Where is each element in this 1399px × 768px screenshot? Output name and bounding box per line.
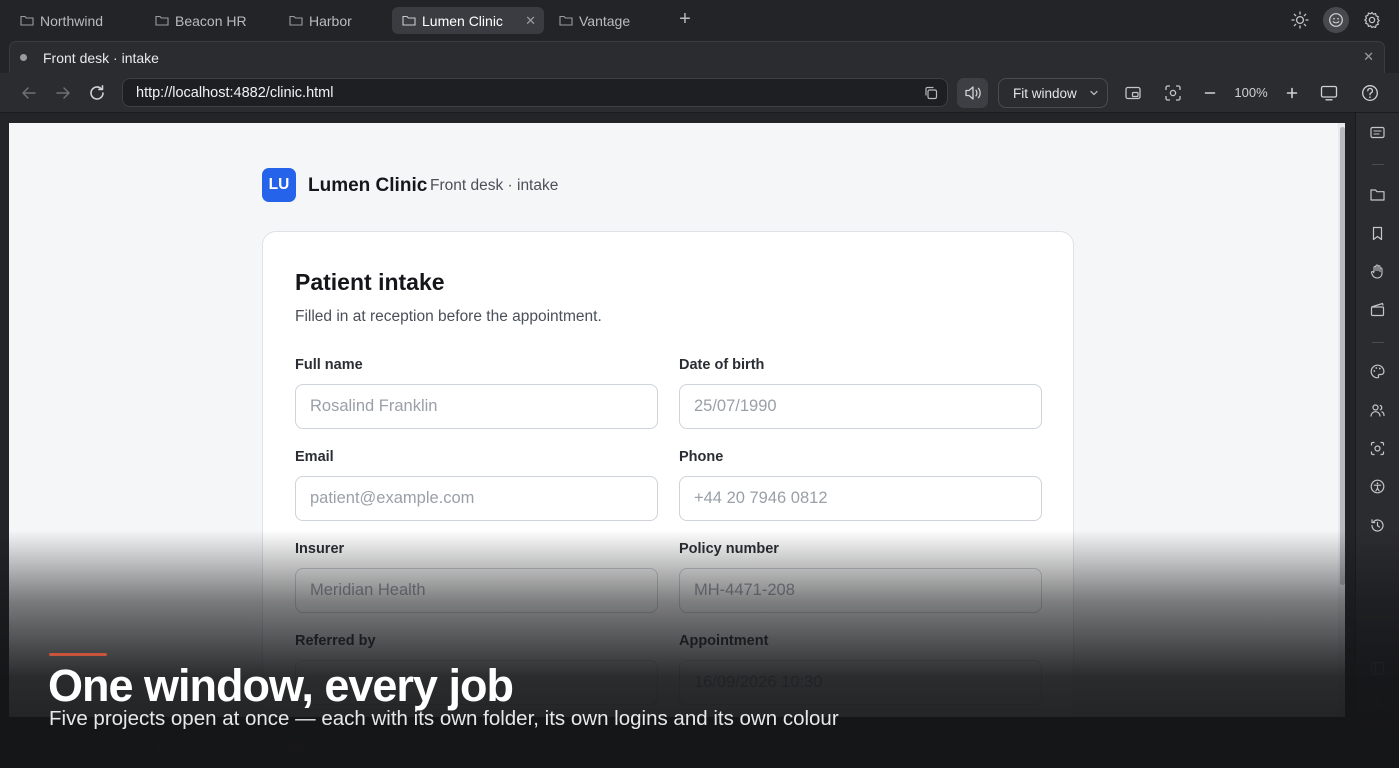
users-icon[interactable]: [1369, 402, 1386, 419]
zoom-level: 100%: [1234, 85, 1268, 100]
scrollbar-thumb[interactable]: [1340, 127, 1345, 585]
folder-icon: [289, 15, 303, 26]
folder-icon: [155, 15, 169, 26]
project-tab-northwind[interactable]: Northwind: [10, 7, 128, 34]
tab-findings[interactable]: Findings: [28, 740, 97, 755]
page-tab-title: Front desk · intake: [43, 50, 159, 66]
page-tab[interactable]: Front desk · intake ✕: [9, 41, 1385, 73]
tab-checks-label: Checks: [157, 740, 201, 755]
back-arrow-icon[interactable]: [19, 83, 39, 103]
log-icon: [238, 742, 250, 754]
caption-subtitle: Five projects open at once — each with i…: [49, 707, 839, 730]
project-tab-label: Lumen Clinic: [422, 12, 503, 29]
picture-in-picture-icon[interactable]: [1123, 83, 1143, 103]
clapperboard-icon[interactable]: [1369, 301, 1386, 318]
form-description: Filled in at reception before the appoin…: [295, 308, 602, 325]
sun-icon[interactable]: [1290, 10, 1310, 30]
address-bar[interactable]: http://localhost:4882/clinic.html: [122, 78, 948, 107]
phone-label: Phone: [679, 449, 724, 465]
appointment-input[interactable]: [679, 660, 1042, 705]
project-tab-vantage[interactable]: Vantage: [549, 7, 659, 34]
form-title: Patient intake: [295, 269, 445, 295]
project-tab-label: Harbor: [309, 12, 352, 29]
caption-accent-line: [49, 653, 107, 656]
email-input[interactable]: [295, 476, 658, 521]
right-tool-rail: [1355, 113, 1399, 768]
tab-log[interactable]: Log 2: [238, 740, 304, 756]
bookmark-icon[interactable]: [1369, 225, 1386, 242]
project-tab-label: Northwind: [40, 12, 104, 29]
hand-icon[interactable]: [1369, 263, 1386, 280]
project-tab-lumen-clinic[interactable]: Lumen Clinic ✕: [392, 7, 544, 34]
project-tab-harbor[interactable]: Harbor: [279, 7, 379, 34]
email-label: Email: [295, 449, 334, 465]
date-of-birth-label: Date of birth: [679, 357, 765, 373]
policy-number-input[interactable]: [679, 568, 1042, 613]
panel-toggle-icon[interactable]: [1369, 660, 1386, 677]
speaker-icon: [965, 86, 981, 100]
tab-status-dot: [20, 54, 27, 61]
forward-arrow-icon[interactable]: [53, 83, 73, 103]
clinic-logo: LU: [262, 168, 296, 202]
intake-form-card: Patient intake Filled in at reception be…: [262, 231, 1074, 717]
fit-window-select[interactable]: Fit window: [998, 78, 1108, 108]
clinic-name: Lumen Clinic: [308, 175, 428, 196]
project-tab-label: Beacon HR: [175, 12, 247, 29]
reload-icon[interactable]: [87, 83, 107, 103]
fit-window-label: Fit window: [1013, 86, 1077, 101]
clinic-section: Front desk · intake: [430, 177, 559, 194]
page-viewport: LU Lumen Clinic Front desk · intake Pati…: [9, 123, 1345, 717]
gear-icon[interactable]: [1362, 10, 1382, 30]
project-tab-bar: Northwind Beacon HR Harbor Lumen Clinic …: [0, 0, 1399, 41]
zoom-in-icon[interactable]: [1282, 83, 1302, 103]
chevron-left-icon[interactable]: [1369, 695, 1386, 712]
rail-divider: [1372, 164, 1384, 165]
bottom-panel-tabs: Findings Checks Log 2: [0, 736, 1399, 760]
history-icon[interactable]: [1369, 517, 1386, 534]
project-tab-beacon-hr[interactable]: Beacon HR: [145, 7, 263, 34]
sound-button[interactable]: [957, 78, 988, 108]
caption-title: One window, every job: [48, 660, 514, 711]
url-text[interactable]: http://localhost:4882/clinic.html: [136, 85, 333, 101]
folder-icon: [20, 15, 34, 26]
folder-icon: [402, 15, 416, 26]
tab-checks[interactable]: Checks: [137, 740, 200, 755]
rail-divider: [1372, 342, 1384, 343]
policy-number-label: Policy number: [679, 541, 779, 557]
phone-input[interactable]: [679, 476, 1042, 521]
full-name-input[interactable]: [295, 384, 658, 429]
focus-icon[interactable]: [1369, 440, 1386, 457]
project-tab-label: Vantage: [579, 12, 631, 29]
referred-by-label: Referred by: [295, 633, 376, 649]
checklist-icon: [137, 741, 149, 754]
date-of-birth-input[interactable]: [679, 384, 1042, 429]
smiley-icon: [1329, 13, 1343, 27]
folder-icon[interactable]: [1369, 186, 1386, 203]
appointment-label: Appointment: [679, 633, 769, 649]
page-tab-row: Front desk · intake ✕: [0, 41, 1399, 73]
screenshot-icon[interactable]: [1163, 83, 1183, 103]
device-preview-icon[interactable]: [1319, 83, 1339, 103]
chevron-down-icon: [1090, 90, 1098, 96]
comments-icon[interactable]: [1369, 125, 1386, 142]
new-project-button[interactable]: +: [676, 9, 694, 29]
flag-icon: [28, 741, 40, 754]
copy-icon[interactable]: [923, 85, 939, 101]
log-count-badge: 2: [287, 740, 304, 756]
insurer-input[interactable]: [295, 568, 658, 613]
full-name-label: Full name: [295, 357, 363, 373]
palette-icon[interactable]: [1369, 363, 1386, 380]
help-icon[interactable]: [1360, 83, 1380, 103]
account-avatar[interactable]: [1323, 7, 1349, 33]
browser-toolbar: http://localhost:4882/clinic.html Fit wi…: [0, 73, 1399, 113]
zoom-out-icon[interactable]: [1200, 83, 1220, 103]
tab-findings-label: Findings: [48, 740, 98, 755]
folder-icon: [559, 15, 573, 26]
tab-log-label: Log: [258, 740, 280, 756]
close-tab-icon[interactable]: ✕: [525, 13, 536, 29]
insurer-label: Insurer: [295, 541, 345, 557]
accessibility-icon[interactable]: [1369, 478, 1386, 495]
close-icon[interactable]: ✕: [1363, 49, 1374, 65]
